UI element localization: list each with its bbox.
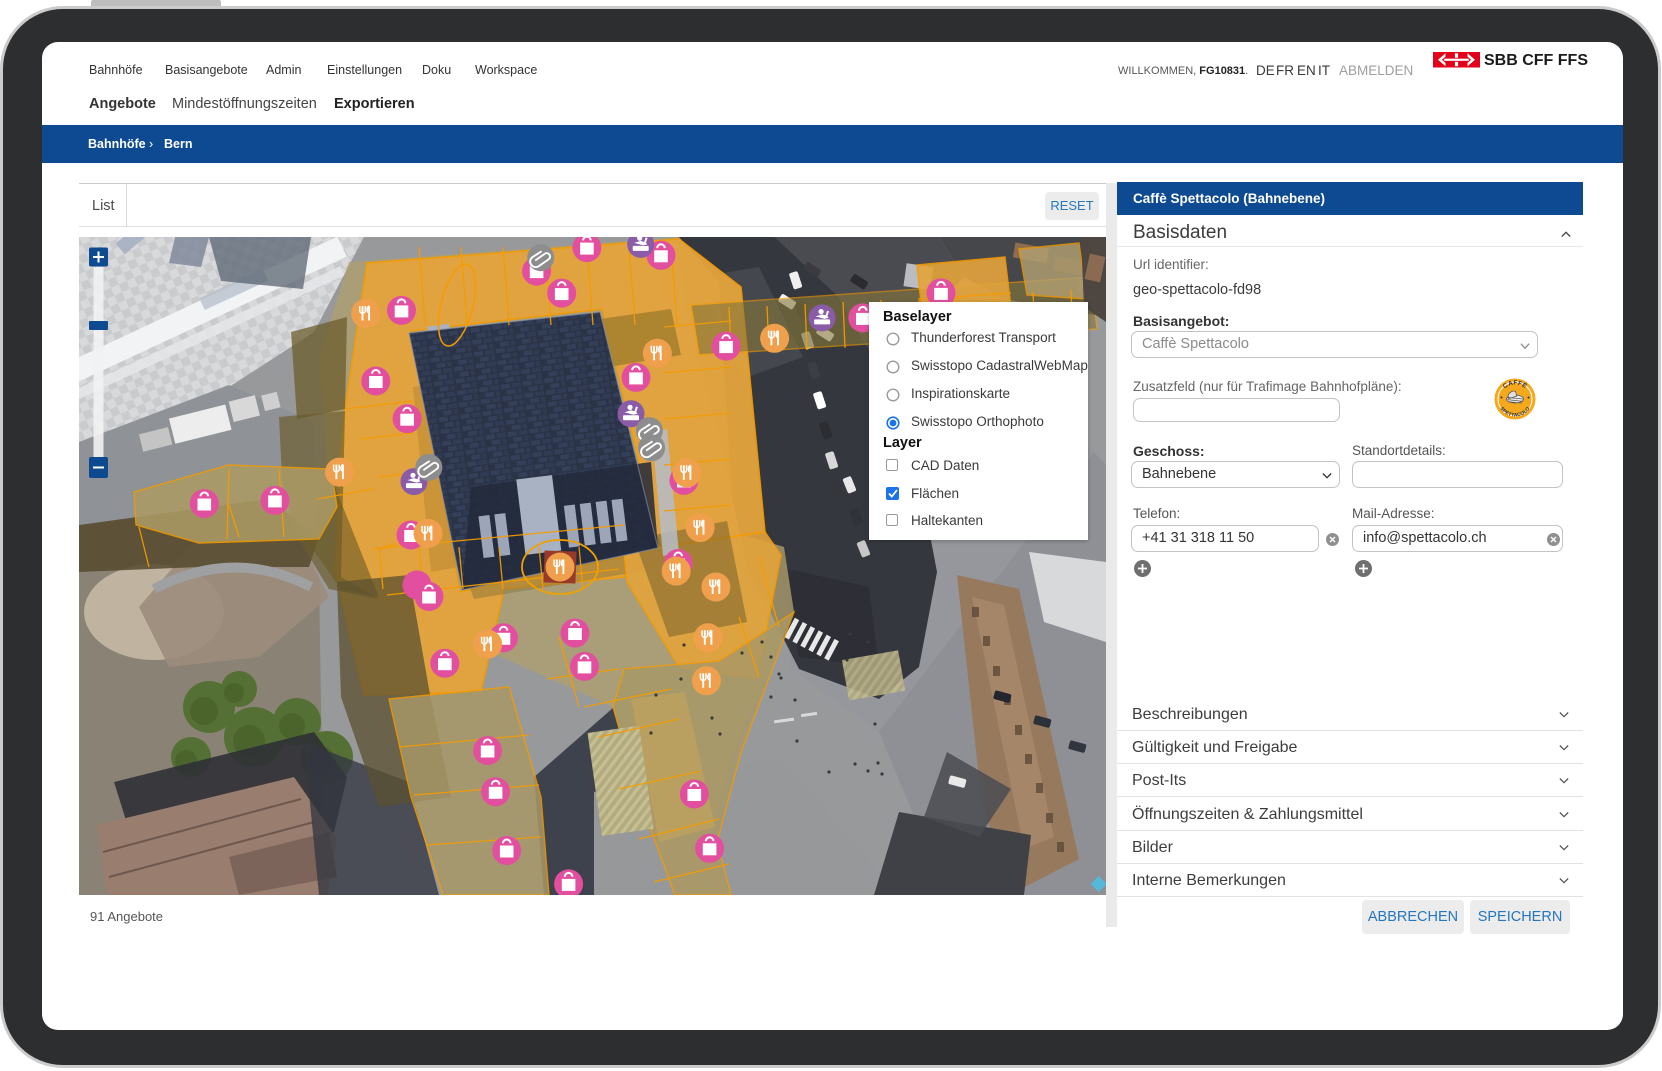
svg-text:SBB CFF FFS: SBB CFF FFS	[1484, 52, 1588, 69]
